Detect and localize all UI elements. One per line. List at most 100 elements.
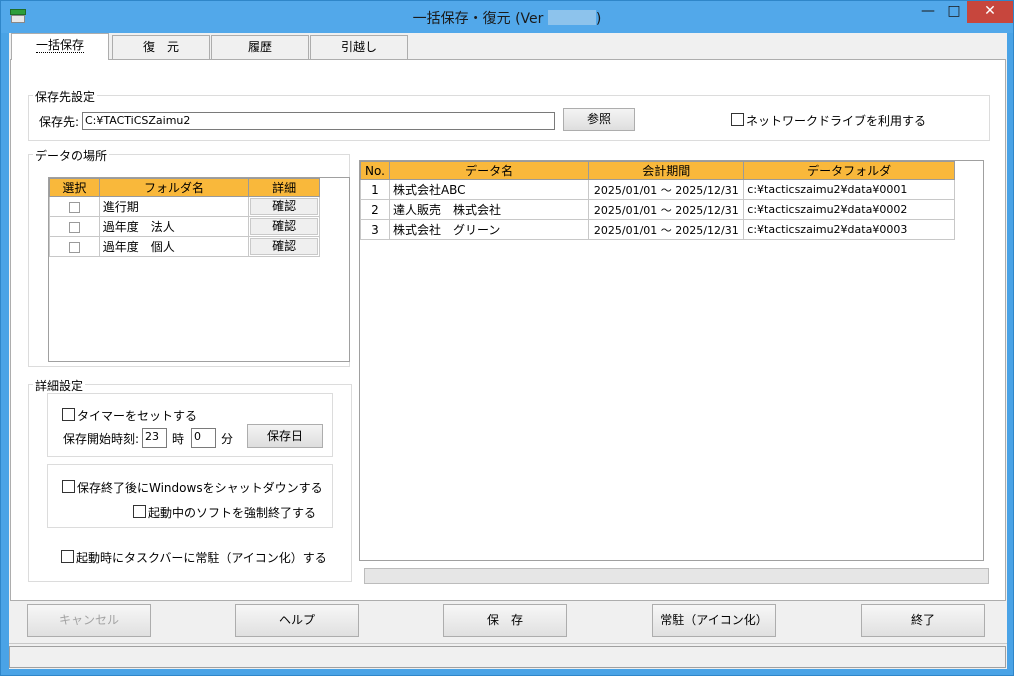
bulk-save-page: 保存先設定 保存先: C:¥TACTiCSZaimu2 参照 ネットワークドライ… xyxy=(10,59,1006,601)
minute-field[interactable]: 0 xyxy=(191,428,216,448)
shutdown-checkbox[interactable] xyxy=(62,480,75,493)
timer-group: タイマーをセットする 保存開始時刻: 23 時 0 分 保存日 xyxy=(47,393,333,457)
tab-bulk-save-label: 一括保存 xyxy=(35,38,84,53)
table-row[interactable]: 進行期 確認 xyxy=(49,196,320,217)
period-cell: 2025/01/01 ～ 2025/12/31 xyxy=(588,199,745,220)
browse-button[interactable]: 参照 xyxy=(563,108,635,131)
data-list: No. データ名 会計期間 データフォルダ 1 株式会社ABC 2025/01/… xyxy=(359,160,984,561)
force-quit-checkbox[interactable] xyxy=(133,505,146,518)
save-destination-group: 保存先設定 保存先: C:¥TACTiCSZaimu2 参照 ネットワークドライ… xyxy=(28,88,990,141)
minimize-button[interactable]: — xyxy=(915,1,941,23)
minute-unit: 分 xyxy=(221,432,234,446)
select-cell[interactable] xyxy=(49,216,100,237)
folder-name-cell: 過年度 個人 xyxy=(98,236,250,257)
data-name-cell: 達人販売 株式会社 xyxy=(388,199,590,220)
folder-name-cell: 過年度 法人 xyxy=(98,216,250,237)
hour-unit: 時 xyxy=(172,432,185,446)
folder-table-header: 選択 フォルダ名 詳細 xyxy=(49,178,320,197)
resident-button[interactable]: 常駐（アイコン化） xyxy=(652,604,776,637)
cancel-button[interactable]: キャンセル xyxy=(27,604,151,637)
network-drive-checkbox[interactable] xyxy=(731,113,744,126)
hour-field[interactable]: 23 xyxy=(142,428,167,448)
header-detail: 詳細 xyxy=(248,178,320,197)
help-button[interactable]: ヘルプ xyxy=(235,604,359,637)
resident-checkbox[interactable] xyxy=(61,550,74,563)
period-cell: 2025/01/01 ～ 2025/12/31 xyxy=(588,219,745,240)
no-cell: 3 xyxy=(360,219,390,240)
tab-restore[interactable]: 復 元 xyxy=(112,35,210,60)
resident-label: 起動時にタスクバーに常駐（アイコン化）する xyxy=(76,551,327,565)
folder-list: 選択 フォルダ名 詳細 進行期 確認 過年度 法人 確認 過年度 個人 確認 xyxy=(48,177,350,362)
confirm-button[interactable]: 確認 xyxy=(250,198,318,215)
shutdown-group: 保存終了後にWindowsをシャットダウンする 起動中のソフトを強制終了する xyxy=(47,464,333,528)
status-bar xyxy=(9,643,1007,669)
folder-name-cell: 進行期 xyxy=(98,196,250,217)
detail-cell: 確認 xyxy=(248,196,320,217)
data-location-title: データの場所 xyxy=(33,147,110,164)
period-cell: 2025/01/01 ～ 2025/12/31 xyxy=(588,179,745,200)
detail-settings-title: 詳細設定 xyxy=(33,377,86,394)
shutdown-label: 保存終了後にWindowsをシャットダウンする xyxy=(77,481,323,495)
save-path-field[interactable]: C:¥TACTiCSZaimu2 xyxy=(82,112,555,130)
select-cell[interactable] xyxy=(49,196,100,217)
progress-bar xyxy=(364,568,989,584)
save-destination-label: 保存先: xyxy=(39,115,80,129)
table-row[interactable]: 2 達人販売 株式会社 2025/01/01 ～ 2025/12/31 c:¥t… xyxy=(360,199,955,220)
tab-history-label: 履歴 xyxy=(247,40,272,54)
window-title-prefix: 一括保存・復元 (Ver xyxy=(412,11,548,27)
app-window: 一括保存・復元 (Ver ) — □ ✕ 一括保存 復 元 履歴 引越し 保存先… xyxy=(0,0,1014,676)
data-name-cell: 株式会社ABC xyxy=(388,179,590,200)
table-row[interactable]: 3 株式会社 グリーン 2025/01/01 ～ 2025/12/31 c:¥t… xyxy=(360,219,955,240)
confirm-button[interactable]: 確認 xyxy=(250,238,318,255)
version-redacted xyxy=(547,10,596,25)
start-time-label: 保存開始時刻: xyxy=(63,432,140,446)
folder-cell: c:¥tacticszaimu2¥data¥0003 xyxy=(743,219,955,240)
detail-settings-group: 詳細設定 タイマーをセットする 保存開始時刻: 23 時 0 分 保存日 保存終… xyxy=(28,377,352,582)
header-select: 選択 xyxy=(49,178,100,197)
tab-history[interactable]: 履歴 xyxy=(211,35,309,60)
table-row[interactable]: 過年度 法人 確認 xyxy=(49,216,320,237)
folder-cell: c:¥tacticszaimu2¥data¥0002 xyxy=(743,199,955,220)
status-panel xyxy=(9,646,1006,668)
header-data-folder: データフォルダ xyxy=(743,161,955,180)
save-destination-title: 保存先設定 xyxy=(33,88,98,105)
table-row[interactable]: 過年度 個人 確認 xyxy=(49,236,320,257)
select-cell[interactable] xyxy=(49,236,100,257)
data-table: No. データ名 会計期間 データフォルダ 1 株式会社ABC 2025/01/… xyxy=(360,161,955,240)
no-cell: 2 xyxy=(360,199,390,220)
tab-migration-label: 引越し xyxy=(340,40,377,54)
header-period: 会計期間 xyxy=(588,161,745,180)
select-checkbox[interactable] xyxy=(68,241,80,253)
save-button[interactable]: 保 存 xyxy=(443,604,567,637)
data-name-cell: 株式会社 グリーン xyxy=(388,219,590,240)
data-table-header: No. データ名 会計期間 データフォルダ xyxy=(360,161,955,180)
exit-button[interactable]: 終了 xyxy=(861,604,985,637)
window-title: 一括保存・復元 (Ver ) xyxy=(1,8,1013,28)
header-data-name: データ名 xyxy=(388,161,590,180)
folder-table: 選択 フォルダ名 詳細 進行期 確認 過年度 法人 確認 過年度 個人 確認 xyxy=(49,178,320,257)
force-quit-label: 起動中のソフトを強制終了する xyxy=(148,506,317,520)
title-bar[interactable]: 一括保存・復元 (Ver ) — □ ✕ xyxy=(1,1,1013,33)
timer-checkbox[interactable] xyxy=(62,408,75,421)
window-title-suffix: ) xyxy=(595,11,602,27)
header-no: No. xyxy=(360,161,390,180)
detail-cell: 確認 xyxy=(248,236,320,257)
confirm-button[interactable]: 確認 xyxy=(250,218,318,235)
close-button[interactable]: ✕ xyxy=(967,1,1013,23)
maximize-button[interactable]: □ xyxy=(941,1,967,23)
data-location-group: データの場所 選択 フォルダ名 詳細 進行期 確認 過年度 法人 確認 過年度 … xyxy=(28,147,350,367)
network-drive-label: ネットワークドライブを利用する xyxy=(746,114,927,128)
table-row[interactable]: 1 株式会社ABC 2025/01/01 ～ 2025/12/31 c:¥tac… xyxy=(360,179,955,200)
detail-cell: 確認 xyxy=(248,216,320,237)
header-folder-name: フォルダ名 xyxy=(98,178,250,197)
select-checkbox[interactable] xyxy=(68,201,80,213)
tab-migration[interactable]: 引越し xyxy=(310,35,408,60)
tab-restore-label: 復 元 xyxy=(142,40,179,54)
no-cell: 1 xyxy=(360,179,390,200)
client-area: 一括保存 復 元 履歴 引越し 保存先設定 保存先: C:¥TACTiCSZai… xyxy=(9,33,1007,669)
select-checkbox[interactable] xyxy=(68,221,80,233)
tab-bulk-save[interactable]: 一括保存 xyxy=(11,33,109,60)
timer-label: タイマーをセットする xyxy=(77,409,198,423)
folder-cell: c:¥tacticszaimu2¥data¥0001 xyxy=(743,179,955,200)
save-day-button[interactable]: 保存日 xyxy=(247,424,323,448)
